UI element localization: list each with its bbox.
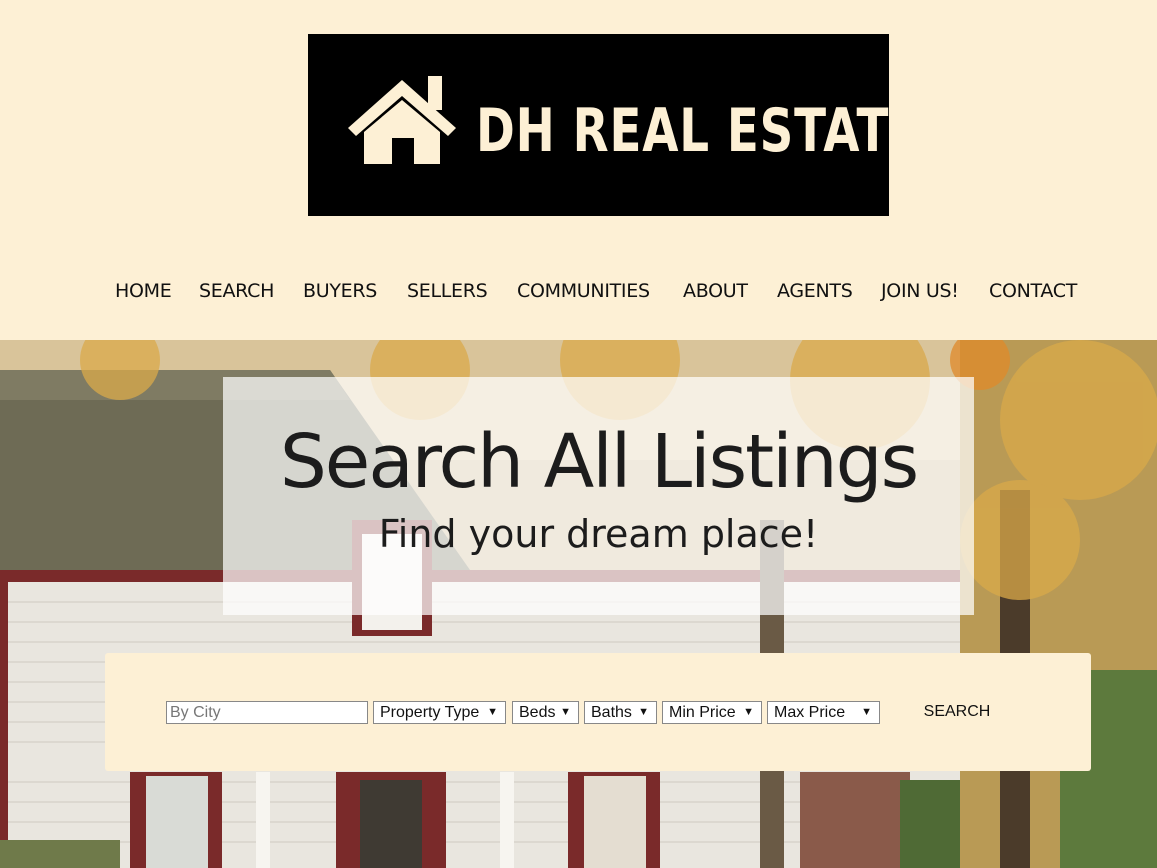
nav-join-us[interactable]: JOIN US! [881,276,959,306]
nav-home[interactable]: HOME [115,276,172,306]
property-type-label: Property Type [380,704,480,721]
chevron-down-icon: ▼ [743,706,754,718]
nav-agents[interactable]: AGENTS [777,276,853,306]
city-search-input[interactable] [166,701,368,724]
min-price-select[interactable]: Min Price ▼ [662,701,762,724]
max-price-select[interactable]: Max Price ▼ [767,701,880,724]
chevron-down-icon: ▼ [638,706,649,718]
nav-sellers[interactable]: SELLERS [407,276,488,306]
baths-select[interactable]: Baths ▼ [584,701,657,724]
max-price-label: Max Price [774,704,846,721]
logo-text: DH REAL ESTATE [476,96,923,166]
main-nav: HOME SEARCH BUYERS SELLERS COMMUNITIES A… [0,276,1157,306]
beds-select[interactable]: Beds ▼ [512,701,579,724]
search-button[interactable]: SEARCH [915,700,999,724]
house-icon [348,76,456,164]
min-price-label: Min Price [669,704,736,721]
baths-label: Baths [591,704,632,721]
property-type-select[interactable]: Property Type ▼ [373,701,506,724]
page-title: Search All Listings [279,419,919,505]
beds-label: Beds [519,704,556,721]
chevron-down-icon: ▼ [560,706,571,718]
nav-contact[interactable]: CONTACT [989,276,1077,306]
chevron-down-icon: ▼ [487,706,498,718]
chevron-down-icon: ▼ [861,706,872,718]
nav-about[interactable]: ABOUT [683,276,748,306]
page-subtitle: Find your dream place! [378,512,819,556]
nav-communities[interactable]: COMMUNITIES [517,276,650,306]
nav-search[interactable]: SEARCH [199,276,274,306]
nav-buyers[interactable]: BUYERS [303,276,377,306]
